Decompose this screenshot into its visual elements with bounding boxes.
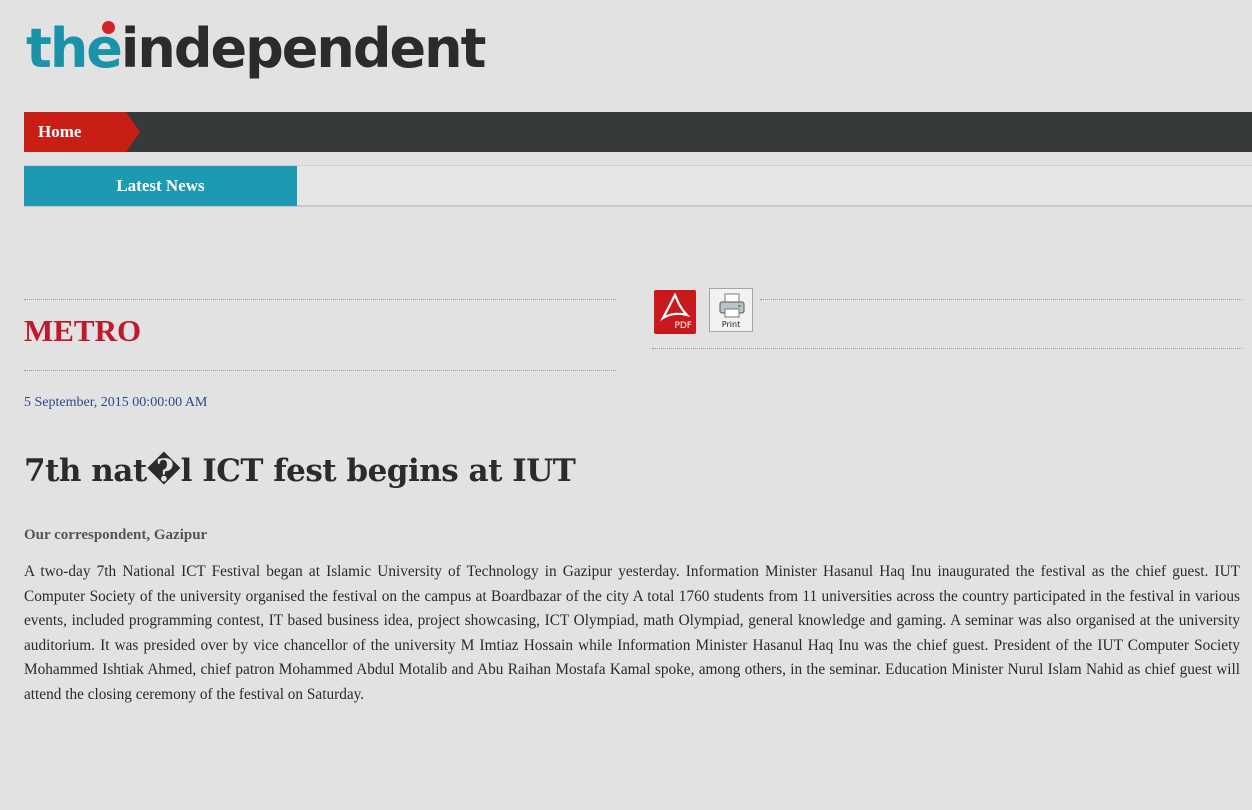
main-nav: Home — [24, 112, 1252, 152]
section-title: METRO — [24, 313, 142, 348]
logo-dot — [102, 21, 115, 34]
article-date: 5 September, 2015 00:00:00 AM — [24, 395, 208, 410]
section-divider-bottom — [24, 370, 616, 371]
article-byline: Our correspondent, Gazipur — [24, 527, 208, 543]
print-label: Print — [721, 320, 741, 329]
pdf-label: PDF — [674, 321, 692, 331]
nav-home[interactable]: Home — [24, 112, 140, 152]
printer-icon[interactable]: Print — [709, 288, 753, 332]
site-logo[interactable]: theindependent — [26, 14, 486, 84]
sub-nav: Latest News — [24, 165, 1252, 207]
tools-divider-bottom — [652, 348, 1242, 349]
pdf-icon[interactable]: PDF — [654, 290, 696, 334]
logo-independent: independent — [120, 17, 486, 80]
article-body: A two-day 7th National ICT Festival bega… — [24, 563, 1240, 703]
tools-divider-top — [760, 299, 1242, 300]
article-headline: 7th nat�l ICT fest begins at IUT — [24, 453, 576, 489]
tab-latest-news[interactable]: Latest News — [24, 166, 297, 206]
section-divider-top — [24, 299, 616, 300]
